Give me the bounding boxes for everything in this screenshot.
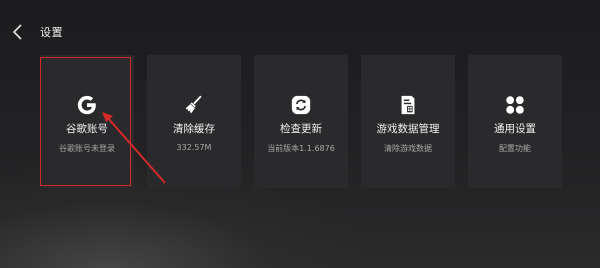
card-sublabel: 配置功能 [499,144,531,153]
chevron-left-icon [12,24,22,40]
clear-cache-card[interactable]: 清除缓存 332.57M [147,55,241,188]
refresh-icon [254,93,348,117]
card-label: 检查更新 [280,123,322,135]
page-title: 设置 [40,26,63,39]
card-label: 谷歌账号 [66,123,108,135]
card-sublabel: 谷歌账号未登录 [59,144,115,153]
back-button[interactable] [8,22,28,42]
card-label: 游戏数据管理 [376,123,440,135]
google-account-card[interactable]: 谷歌账号 谷歌账号未登录 [40,55,134,188]
top-bar: 设置 [0,0,600,60]
general-settings-card[interactable]: 通用设置 配置功能 [468,55,562,188]
four-petal-icon [468,93,562,117]
card-label: 通用设置 [494,123,536,135]
google-g-icon [40,93,134,117]
game-data-card[interactable]: 游戏数据管理 清除游戏数据 [361,55,455,188]
card-label: 清除缓存 [173,123,215,135]
document-grid-icon [361,93,455,117]
card-sublabel: 清除游戏数据 [384,144,432,153]
check-update-card[interactable]: 检查更新 当前版本1.1.6876 [254,55,348,188]
card-sublabel: 当前版本1.1.6876 [267,144,335,153]
card-sublabel: 332.57M [176,143,212,152]
broom-icon [147,93,241,117]
